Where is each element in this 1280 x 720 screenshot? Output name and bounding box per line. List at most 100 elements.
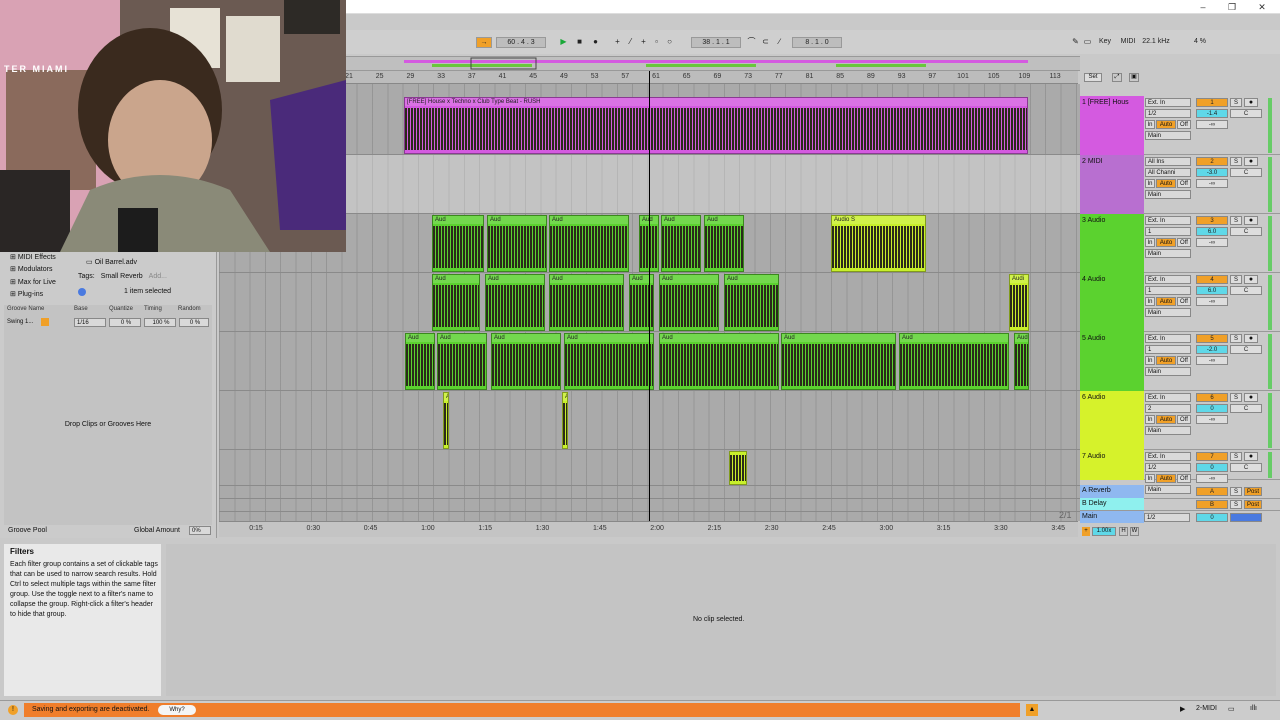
audio-clip[interactable]: Aud [659,333,779,390]
hot-swap-icon[interactable] [41,318,49,326]
audio-clip[interactable]: Aud [549,215,629,272]
output-select[interactable]: Main [1145,308,1191,317]
stop-icon[interactable]: ■ [574,37,585,48]
main-output-select[interactable]: 1/2 [1144,513,1190,522]
monitor-off-button[interactable]: Off [1177,120,1191,129]
monitor-in-button[interactable]: In [1145,356,1155,365]
monitor-in-button[interactable]: In [1145,415,1155,424]
output-select[interactable]: Main [1145,131,1191,140]
expand-icon[interactable]: ⤢ [1112,73,1122,82]
track-title[interactable]: 1 [FREE] Hous [1080,96,1144,155]
send-a-field[interactable]: -∞ [1196,297,1228,306]
audio-clip[interactable]: Aud [405,333,435,390]
monitor-auto-button[interactable]: Auto [1156,120,1176,129]
send-a-field[interactable]: -∞ [1196,179,1228,188]
tap-tempo-icon[interactable]: → [476,37,492,48]
groove-row[interactable]: Swing 1... 1/16 0 % 100 % 0 % [4,318,212,328]
volume-field[interactable]: -1.4 [1196,109,1228,118]
groove-drop-zone[interactable]: Drop Clips or Grooves Here [4,421,212,428]
volume-field[interactable]: 0 [1196,404,1228,413]
browser-file-item[interactable]: ▭ Oil Barrel.adv [86,258,137,266]
track-header[interactable]: 2 MIDI All Ins All Channi In Auto Off Main 2 S ● -… [1080,155,1280,214]
track-activator[interactable]: 1 [1196,98,1228,107]
monitor-auto-button[interactable]: Auto [1156,415,1176,424]
pan-field[interactable]: C [1230,463,1262,472]
loop-length-field[interactable]: 8 . 1 . 0 [792,37,842,48]
solo-button[interactable]: S [1230,500,1242,509]
zoom-icon[interactable]: + [1082,527,1090,536]
volume-field[interactable]: -3.0 [1196,168,1228,177]
loop-icon[interactable]: ⊂ [760,37,771,48]
browser-item-plug-ins[interactable]: ⊞ Plug-ins [10,290,43,298]
solo-button[interactable]: S [1230,334,1242,343]
audio-clip[interactable]: Aud [432,215,484,272]
audio-clip[interactable]: Audi [443,392,449,449]
input-type-select[interactable]: Ext. In [1145,393,1191,402]
post-button[interactable]: Post [1244,487,1262,496]
input-type-select[interactable]: Ext. In [1145,275,1191,284]
monitor-off-button[interactable]: Off [1177,356,1191,365]
audio-clip[interactable]: Audio S [831,215,926,272]
track-activator[interactable]: 6 [1196,393,1228,402]
arm-icon[interactable]: ● [1244,334,1258,343]
h-toggle[interactable]: H [1119,527,1128,536]
track-activator[interactable]: 2 [1196,157,1228,166]
play-icon[interactable]: ▶ [558,37,569,48]
audio-clip[interactable]: Audi [562,392,568,449]
track-header[interactable]: 5 Audio Ext. In 1 In Auto Off Main 5 S ● -2.0 C -∞ [1080,332,1280,391]
overdub-icon[interactable]: + [612,37,623,48]
groove-random[interactable]: 0 % [179,318,209,327]
monitor-off-button[interactable]: Off [1177,474,1191,483]
audio-clip[interactable]: Aud [704,215,744,272]
track-header[interactable]: 6 Audio Ext. In 2 In Auto Off Main 6 S ● 0 C -∞ [1080,391,1280,450]
input-channel-select[interactable]: All Channi [1145,168,1191,177]
solo-button[interactable]: S [1230,216,1242,225]
monitor-in-button[interactable]: In [1145,474,1155,483]
audio-clip[interactable]: [FREE] House x Techno x Club Type Beat -… [404,97,1028,154]
return-track-a[interactable]: A Reverb A S Post [1080,485,1280,499]
monitor-auto-button[interactable]: Auto [1156,297,1176,306]
main-pan[interactable] [1230,513,1262,522]
input-type-select[interactable]: All Ins [1145,157,1191,166]
main-track[interactable]: Main 1/2 0 [1080,511,1280,524]
groove-base[interactable]: 1/16 [74,318,106,327]
input-type-select[interactable]: Ext. In [1145,216,1191,225]
warning-icon[interactable]: ▲ [1026,704,1038,716]
track-header[interactable]: 1 [FREE] Hous Ext. In 1/2 In Auto Off Main 1 S ● -… [1080,96,1280,155]
zoom-level[interactable]: 1.00x [1092,527,1116,536]
audio-clip[interactable]: Aud [564,333,654,390]
monitor-auto-button[interactable]: Auto [1156,238,1176,247]
solo-button[interactable]: S [1230,452,1242,461]
key-map-button[interactable]: Key [1096,37,1114,48]
audio-clip[interactable]: Aud [1014,333,1029,390]
audio-clip[interactable] [729,451,747,485]
volume-field[interactable]: -2.0 [1196,345,1228,354]
keyboard-icon[interactable]: ▭ [1082,37,1093,48]
monitor-auto-button[interactable]: Auto [1156,474,1176,483]
restore-icon[interactable]: ❐ [1224,1,1240,13]
lock-icon[interactable]: ▣ [1129,73,1139,82]
audio-clip[interactable]: Aud [491,333,561,390]
audio-clip[interactable]: Aud [549,274,624,331]
track-title[interactable]: 4 Audio [1080,273,1144,332]
solo-button[interactable]: S [1230,487,1242,496]
browser-item-midi-effects[interactable]: ⊞ MIDI Effects [10,253,56,261]
automation-icon[interactable]: ⁄ [625,37,636,48]
audio-clip[interactable]: Aud [659,274,719,331]
audio-clip[interactable]: Aud [437,333,487,390]
monitor-off-button[interactable]: Off [1177,179,1191,188]
minimize-icon[interactable]: – [1195,1,1211,13]
solo-button[interactable]: S [1230,393,1242,402]
audio-clip[interactable]: Aud [899,333,1009,390]
pan-field[interactable]: C [1230,286,1262,295]
arm-icon[interactable]: ● [1244,98,1258,107]
input-channel-select[interactable]: 1 [1145,286,1191,295]
input-type-select[interactable]: Ext. In [1145,98,1191,107]
send-a-field[interactable]: -∞ [1196,238,1228,247]
audio-clip[interactable]: Aud [487,215,547,272]
track-activator[interactable]: 4 [1196,275,1228,284]
punch-icon[interactable]: ∕ [774,37,785,48]
arm-icon[interactable]: ● [1244,157,1258,166]
solo-button[interactable]: S [1230,275,1242,284]
groove-timing[interactable]: 100 % [144,318,176,327]
